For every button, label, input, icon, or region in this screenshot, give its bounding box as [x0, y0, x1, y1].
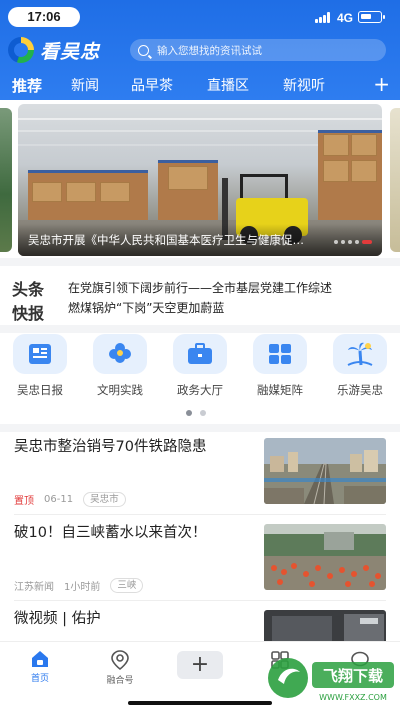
briefcase-icon [173, 334, 227, 374]
search-placeholder: 输入您想找的资讯试试 [157, 44, 262, 57]
divider [0, 258, 400, 266]
flash-item[interactable]: 在党旗引领下阔步前行——全市基层党建工作综述 [68, 278, 388, 298]
headline-flash: 头条 快报 在党旗引领下阔步前行——全市基层党建工作综述 燃煤锅炉“下岗”天空更… [0, 266, 400, 324]
app-name: 看吴忠 [40, 40, 101, 63]
watermark-logo: 飞翔下载 WWW.FXXZ.COM [264, 654, 396, 704]
news-item[interactable]: 破10！自三峡蓄水以来首次！ 江苏新闻 1小时前 三峡 [0, 522, 400, 600]
divider [0, 325, 400, 333]
signal-icon [315, 12, 335, 23]
divider [0, 424, 400, 432]
app-header: 17:06 4G 看吴忠 输入您想找的资讯试试 推荐 新闻 品早茶 直播区 新视… [0, 0, 400, 100]
search-input[interactable]: 输入您想找的资讯试试 [130, 39, 386, 61]
headline-flash-logo: 头条 快报 [12, 280, 45, 323]
banner-caption: 吴忠市开展《中华人民共和国基本医疗卫生与健康促进法》 [28, 233, 308, 247]
network-type: 4G [337, 11, 354, 25]
news-source: 江苏新闻 [14, 582, 54, 593]
tab-live[interactable]: 直播区 [207, 75, 249, 95]
status-time: 17:06 [8, 7, 80, 27]
home-icon [32, 651, 48, 667]
logo-icon [8, 37, 34, 63]
banner-indicator [334, 240, 372, 244]
newspaper-icon [13, 334, 67, 374]
status-bar: 17:06 4G [0, 0, 400, 34]
quick-link-daily[interactable]: 吴忠日报 [7, 334, 73, 398]
grid-icon [253, 334, 307, 374]
channel-tabs: 推荐 新闻 品早茶 直播区 新视听 + [0, 72, 400, 98]
flash-item[interactable]: 燃煤锅炉“下岗”天空更加蔚蓝 [68, 298, 388, 318]
nav-home[interactable]: 首页 [10, 650, 70, 684]
divider [14, 514, 386, 515]
news-meta: 置顶 06-11 吴忠市 [14, 492, 126, 507]
news-thumbnail [264, 438, 386, 504]
banner-slide[interactable]: 吴忠市开展《中华人民共和国基本医疗卫生与健康促进法》 [18, 104, 382, 256]
watermark-url: WWW.FXXZ.COM [319, 693, 387, 702]
divider [14, 600, 386, 601]
tab-recommend[interactable]: 推荐 [12, 75, 42, 96]
watermark-text: 飞翔下载 [323, 667, 383, 685]
search-icon [138, 44, 149, 56]
news-title: 吴忠市整治销号70件铁路隐患 [14, 439, 207, 455]
news-title: 破10！自三峡蓄水以来首次！ [14, 525, 207, 541]
nav-fusion[interactable]: 融合号 [90, 650, 150, 686]
tab-new-video[interactable]: 新视听 [283, 75, 325, 95]
publish-button[interactable]: + [177, 651, 223, 679]
plus-icon: + [190, 652, 210, 677]
quick-link-civilization[interactable]: 文明实践 [87, 334, 153, 398]
app-logo[interactable]: 看吴忠 [8, 37, 101, 63]
banner-carousel[interactable]: 吴忠市开展《中华人民共和国基本医疗卫生与健康促进法》 [0, 104, 400, 256]
news-tag: 吴忠市 [83, 492, 126, 507]
news-thumbnail [264, 610, 386, 641]
news-title: 微视频 | 佑护 [14, 611, 101, 627]
quick-link-media-matrix[interactable]: 融媒矩阵 [247, 334, 313, 398]
quick-links-pager [186, 410, 206, 416]
tab-morning-tea[interactable]: 品早茶 [131, 75, 173, 95]
location-pin-icon [111, 650, 129, 671]
battery-icon [358, 11, 385, 23]
home-indicator [128, 701, 272, 705]
flower-icon [93, 334, 147, 374]
news-time: 1小时前 [64, 582, 101, 593]
news-tag: 三峡 [110, 578, 144, 593]
tab-news[interactable]: 新闻 [71, 75, 99, 95]
news-date: 06-11 [44, 494, 74, 505]
news-thumbnail [264, 524, 386, 590]
banner-next-peek [390, 108, 400, 252]
quick-link-government[interactable]: 政务大厅 [167, 334, 233, 398]
add-channel-icon[interactable]: + [373, 72, 390, 96]
quick-links: 吴忠日报 文明实践 政务大厅 融媒矩阵 乐游吴忠 [0, 334, 400, 404]
news-item[interactable]: 吴忠市整治销号70件铁路隐患 置顶 06-11 吴忠市 [0, 436, 400, 514]
pinned-label: 置顶 [14, 496, 34, 507]
banner-prev-peek [0, 108, 12, 252]
palm-tree-icon [333, 334, 387, 374]
quick-link-tourism[interactable]: 乐游吴忠 [327, 334, 393, 398]
news-meta: 江苏新闻 1小时前 三峡 [14, 578, 144, 593]
news-item[interactable]: 微视频 | 佑护 [0, 608, 400, 641]
